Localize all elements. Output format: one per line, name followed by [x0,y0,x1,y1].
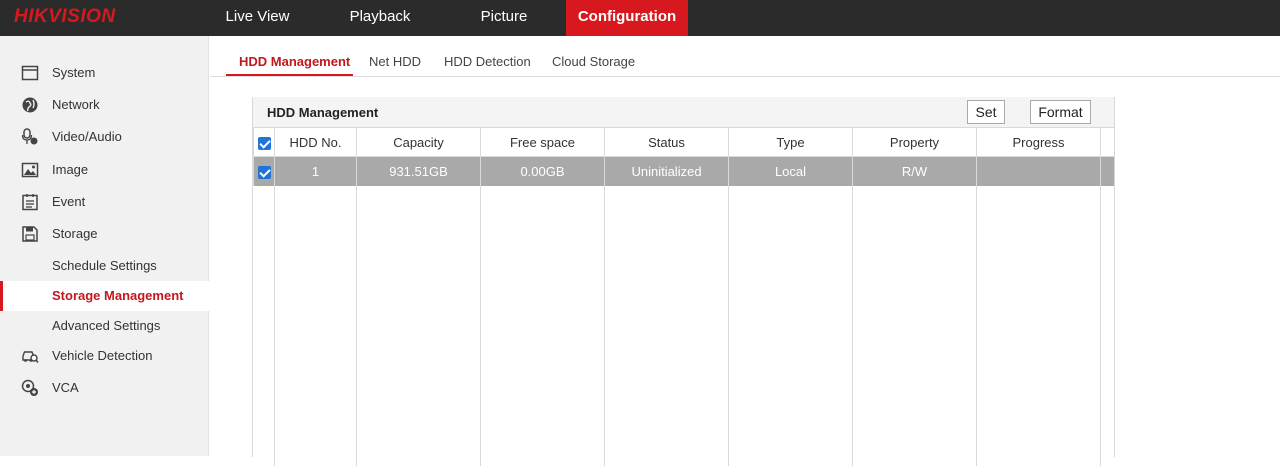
sidebar-item-storage-management[interactable]: Storage Management [0,281,209,311]
sidebar-item-label: Image [52,162,89,177]
column-header-status: Status [604,127,729,157]
panel-header: HDD Management Set Format [253,97,1114,127]
hikvision-logo: HIKVISION [14,6,116,27]
column-header-capacity: Capacity [356,127,481,157]
column-divider [1100,186,1101,466]
sidebar-item-label: Event [52,194,86,209]
microphone-icon [21,128,39,146]
cell-hdd-no: 1 [274,156,357,186]
table-header-row: HDD No. Capacity Free space Status Type … [253,127,1115,157]
column-divider [274,186,275,466]
sidebar-item-vca[interactable]: VCA [0,373,209,403]
sidebar-item-label: Video/Audio [52,129,122,144]
column-header-hdd-no: HDD No. [274,127,357,157]
nav-configuration[interactable]: Configuration [566,0,688,36]
column-header-property: Property [852,127,977,157]
select-all-checkbox[interactable] [253,127,275,157]
system-icon [21,64,39,82]
column-divider [480,186,481,466]
sidebar-item-image[interactable]: Image [0,155,209,185]
sidebar-item-label: Storage Management [52,288,184,303]
cell-type: Local [728,156,853,186]
sidebar-item-storage[interactable]: Storage [0,219,209,249]
sidebar-item-label: Advanced Settings [52,318,161,333]
sidebar-item-network[interactable]: Network [0,90,209,120]
sidebar-item-label: Storage [52,226,98,241]
sidebar-item-label: Vehicle Detection [52,348,153,363]
tab-net-hdd[interactable]: Net HDD [369,54,421,69]
tab-bar: HDD Management Net HDD HDD Detection Clo… [210,36,1280,77]
panel-title: HDD Management [267,105,379,120]
column-divider [728,186,729,466]
tab-cloud-storage[interactable]: Cloud Storage [552,54,635,69]
sidebar-item-label: Schedule Settings [52,258,157,273]
table-row[interactable]: 1 931.51GB 0.00GB Uninitialized Local R/… [253,156,1115,186]
set-button[interactable]: Set [967,100,1005,124]
event-icon [21,193,39,211]
sidebar-item-video-audio[interactable]: Video/Audio [0,122,209,152]
sidebar-item-label: Network [52,97,100,112]
cell-free-space: 0.00GB [480,156,605,186]
column-header-spacer [1100,127,1115,157]
cell-capacity: 931.51GB [356,156,481,186]
image-icon [21,161,39,179]
active-tab-indicator [226,74,353,76]
column-divider [604,186,605,466]
column-header-free-space: Free space [480,127,605,157]
nav-live-view[interactable]: Live View [210,0,305,36]
column-divider [852,186,853,466]
nav-playback[interactable]: Playback [332,0,428,36]
format-button[interactable]: Format [1030,100,1091,124]
tab-hdd-detection[interactable]: HDD Detection [444,54,531,69]
nav-picture[interactable]: Picture [458,0,550,36]
checkbox-checked-icon [257,136,271,150]
cell-progress [976,156,1101,186]
sidebar-item-label: VCA [52,380,79,395]
vehicle-detection-icon [21,347,39,365]
hdd-table: HDD No. Capacity Free space Status Type … [253,127,1115,186]
top-bar: HIKVISION Live View Playback Picture Con… [0,0,1280,36]
sidebar-item-advanced-settings[interactable]: Advanced Settings [0,311,209,341]
column-header-progress: Progress [976,127,1101,157]
checkbox-checked-icon [257,165,271,179]
cell-status: Uninitialized [604,156,729,186]
sidebar-item-schedule-settings[interactable]: Schedule Settings [0,251,209,281]
hdd-management-panel: HDD Management Set Format HDD No. Capaci… [252,97,1115,466]
sidebar-item-system[interactable]: System [0,58,209,88]
column-divider [356,186,357,466]
column-header-type: Type [728,127,853,157]
row-checkbox[interactable] [253,156,275,186]
globe-icon [21,96,39,114]
table-empty-area [253,186,1114,466]
sidebar-item-event[interactable]: Event [0,187,209,217]
sidebar-item-label: System [52,65,96,80]
sidebar: System Network Video/Audio Image Event S… [0,36,209,456]
cell-property: R/W [852,156,977,186]
column-divider [976,186,977,466]
floppy-disk-icon [21,225,39,243]
cell-spacer [1100,156,1115,186]
tab-hdd-management[interactable]: HDD Management [239,54,350,69]
vca-icon [21,379,39,397]
sidebar-item-vehicle-detection[interactable]: Vehicle Detection [0,341,209,371]
